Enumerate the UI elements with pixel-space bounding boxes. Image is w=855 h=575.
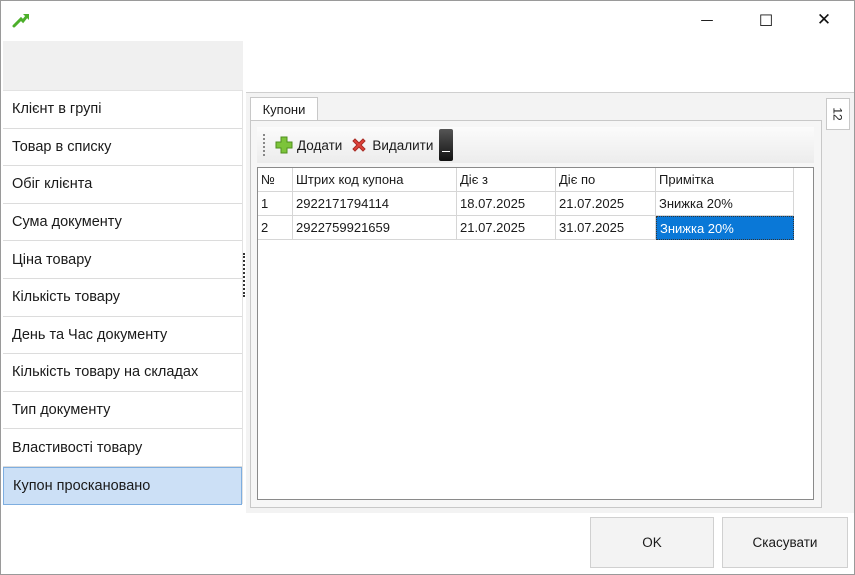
panel-splitter[interactable] xyxy=(243,253,245,297)
column-header[interactable]: Діє з xyxy=(457,168,556,192)
table-cell[interactable]: 31.07.2025 xyxy=(556,216,656,240)
overflow-chevron-icon xyxy=(442,151,451,157)
sidebar-item[interactable]: Тип документу xyxy=(3,391,242,430)
column-header[interactable]: № xyxy=(258,168,293,192)
sidebar-item[interactable]: Обіг клієнта xyxy=(3,166,242,204)
table-cell[interactable]: Знижка 20% xyxy=(656,192,794,216)
sidebar-item[interactable]: Клієнт в групі xyxy=(3,91,242,129)
minimize-button[interactable]: — xyxy=(684,1,730,39)
delete-button-label: Видалити xyxy=(372,137,434,153)
sidebar-item[interactable]: Товар в списку xyxy=(3,128,242,167)
sidebar-item[interactable]: Кількість товару на складах xyxy=(3,354,242,392)
side-tab[interactable]: 12 xyxy=(826,98,850,130)
table-cell[interactable]: 2922171794114 xyxy=(293,192,457,216)
sidebar-item[interactable]: День та Час документу xyxy=(3,316,242,355)
delete-button[interactable]: Видалити xyxy=(350,136,433,154)
toolbar-grip[interactable] xyxy=(263,134,267,156)
table-cell[interactable]: 1 xyxy=(258,192,293,216)
table-cell[interactable]: Знижка 20% xyxy=(656,216,794,240)
sidebar-item[interactable]: Сума документу xyxy=(3,203,242,242)
title-bar[interactable]: — ☐ ✕ xyxy=(1,1,854,39)
maximize-icon: ☐ xyxy=(758,10,774,30)
minimize-icon: — xyxy=(700,12,714,28)
maximize-button[interactable]: ☐ xyxy=(743,1,789,39)
table-row[interactable]: 2 2922759921659 21.07.2025 31.07.2025 Знижка… xyxy=(258,216,794,240)
conditions-header xyxy=(3,41,243,91)
tab-coupons[interactable]: Купони xyxy=(250,97,318,121)
table-header-row: № Штрих код купона Діє з Діє по Примітка xyxy=(258,168,794,192)
add-button[interactable]: Додати xyxy=(275,136,342,154)
app-arrow-icon xyxy=(12,14,29,28)
delete-x-icon xyxy=(352,138,367,152)
table-cell[interactable]: 2 xyxy=(258,216,293,240)
table-row[interactable]: 1 2922171794114 18.07.2025 21.07.2025 Знижка… xyxy=(258,192,794,216)
column-header[interactable]: Примітка xyxy=(656,168,794,192)
sidebar-item[interactable]: Купон проскановано xyxy=(3,466,242,505)
table-cell[interactable]: 18.07.2025 xyxy=(457,192,556,216)
coupons-grid: № Штрих код купона Діє з Діє по Примітка 1 292… xyxy=(257,167,814,500)
sidebar-item[interactable]: Ціна товару xyxy=(3,241,242,279)
side-tab-label: 12 xyxy=(830,107,845,121)
sidebar-item[interactable]: Властивості товару xyxy=(3,429,242,467)
cancel-button[interactable]: Скасувати xyxy=(722,517,848,568)
tab-coupons-label: Купони xyxy=(262,102,306,117)
table-cell[interactable]: 21.07.2025 xyxy=(457,216,556,240)
coupons-toolbar: Додати Видалити xyxy=(257,127,814,163)
toolbar-overflow-button[interactable] xyxy=(439,129,454,161)
plus-icon xyxy=(275,136,293,154)
close-icon: ✕ xyxy=(816,10,832,30)
conditions-list: Клієнт в групі Товар в списку Обіг клієнта… xyxy=(3,91,243,505)
sidebar-item[interactable]: Кількість товару xyxy=(3,278,242,317)
dialog-window: — ☐ ✕ Клієнт в групі Товар в списку Обіг к… xyxy=(0,0,855,575)
table-cell[interactable]: 2922759921659 xyxy=(293,216,457,240)
table-cell[interactable]: 21.07.2025 xyxy=(556,192,656,216)
column-header[interactable]: Діє по xyxy=(556,168,656,192)
add-button-label: Додати xyxy=(297,137,343,153)
right-top-area xyxy=(246,41,854,93)
ok-button[interactable]: OK xyxy=(590,517,714,568)
close-button[interactable]: ✕ xyxy=(801,1,847,39)
column-header[interactable]: Штрих код купона xyxy=(293,168,457,192)
